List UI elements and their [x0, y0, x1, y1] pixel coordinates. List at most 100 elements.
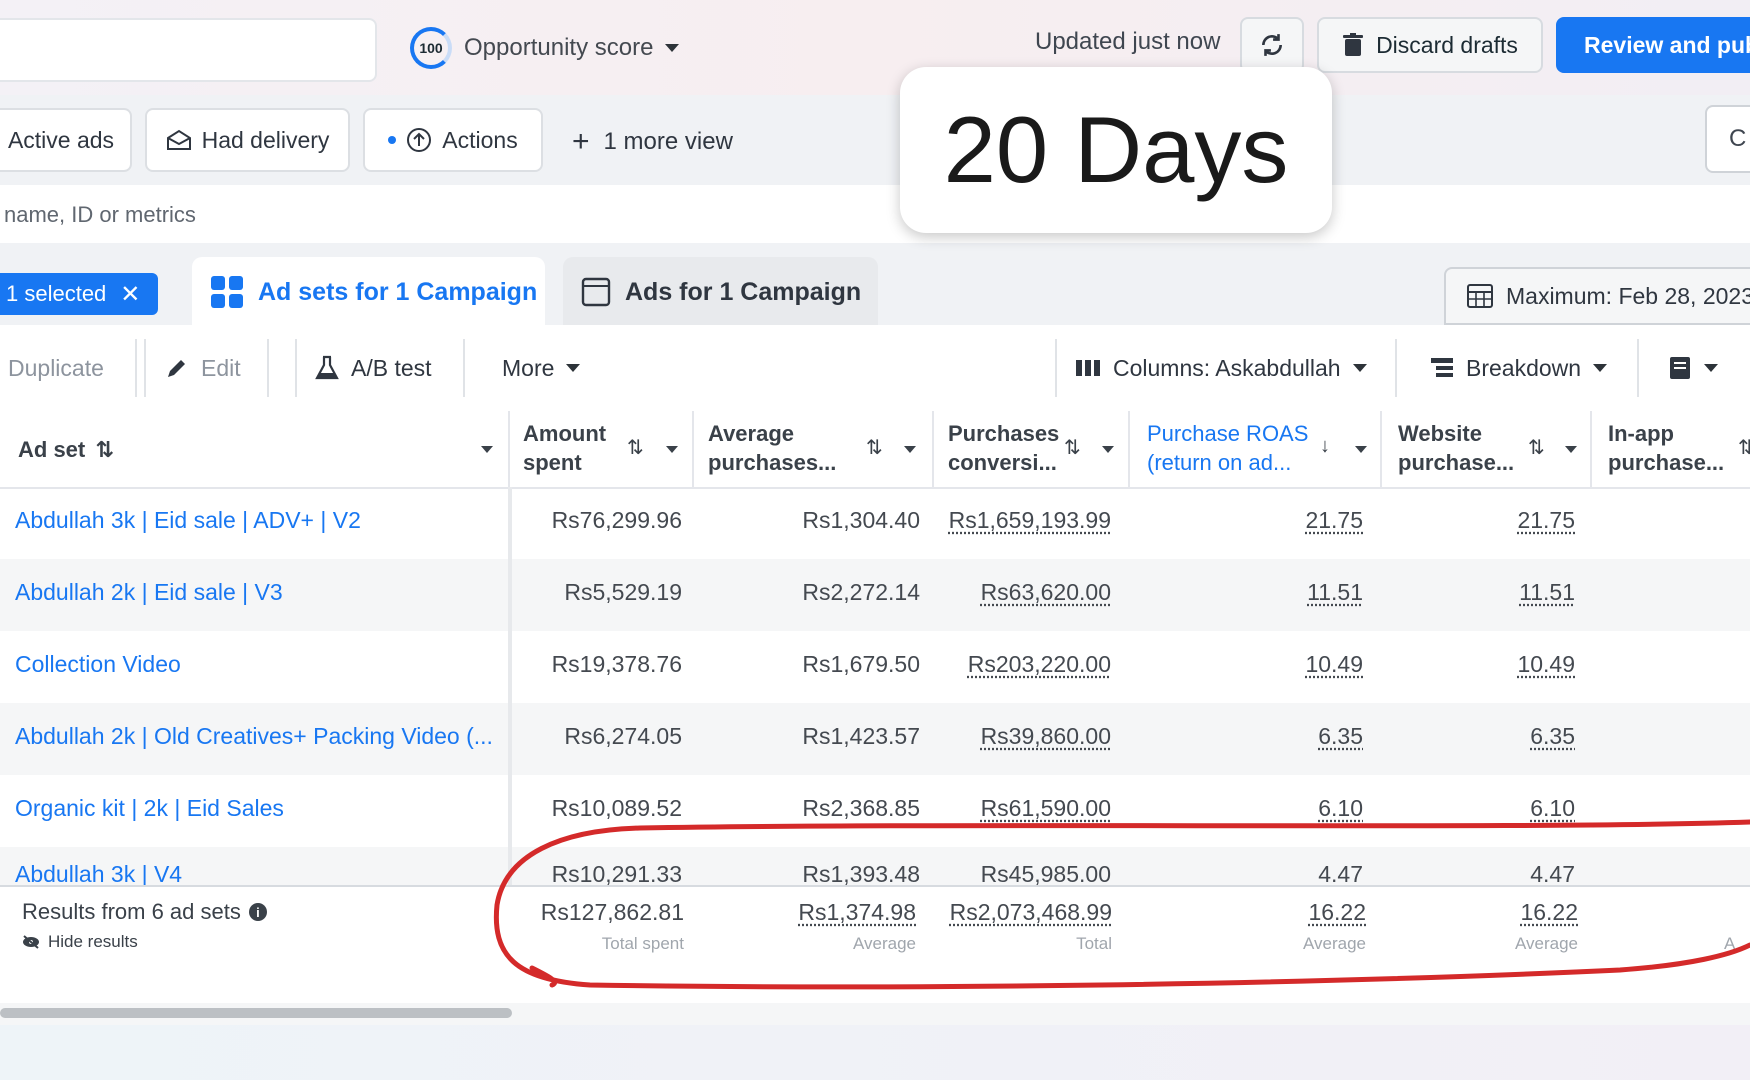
right-filter-chip[interactable]: C [1705, 105, 1750, 173]
purchase-roas-cell[interactable]: 6.10 [1318, 795, 1363, 822]
amount-spent-cell: Rs19,378.76 [552, 651, 682, 678]
website-purchase-cell[interactable]: 21.75 [1517, 507, 1575, 534]
toolbar-divider [144, 339, 146, 397]
sort-icon[interactable]: ⇅ [1738, 435, 1750, 460]
col-inapp-purchase[interactable]: In-app purchase... [1608, 419, 1724, 477]
tab-ads[interactable]: Ads for 1 Campaign [563, 257, 878, 327]
purchase-roas-caption: Average [1303, 934, 1366, 954]
chevron-down-icon[interactable] [1102, 446, 1114, 453]
sort-icon[interactable]: ⇅ [95, 437, 113, 462]
info-icon[interactable]: i [249, 903, 267, 921]
col-amount-spent[interactable]: Amount spent [523, 419, 606, 477]
scrollbar-thumb[interactable] [0, 1008, 512, 1018]
duplicate-button[interactable]: Duplicate [8, 345, 104, 391]
ad-set-name-link[interactable]: Collection Video [15, 651, 181, 678]
total-spent-caption: Total spent [602, 934, 684, 954]
average-purchases-total[interactable]: Rs1,374.98 [798, 899, 916, 926]
results-label-group: Results from 6 ad sets i [22, 899, 267, 925]
table-row[interactable]: Abdullah 2k | Eid sale | V3 Rs5,529.19 R… [0, 559, 1750, 631]
sort-icon[interactable]: ⇅ [1064, 435, 1081, 460]
active-ads-filter[interactable]: Active ads [0, 108, 132, 172]
duration-text: 20 Days [944, 96, 1289, 204]
reports-dropdown[interactable] [1668, 345, 1718, 391]
add-view-button[interactable]: + 1 more view [572, 125, 733, 159]
search-input[interactable]: name, ID or metrics [4, 202, 196, 228]
opportunity-score-value: 100 [419, 40, 442, 56]
purchases-conversion-cell[interactable]: Rs203,220.00 [968, 651, 1111, 678]
col-average-purchases[interactable]: Average purchases... [708, 419, 836, 477]
total-spent-value: Rs127,862.81 [541, 899, 684, 926]
col-purchase-roas[interactable]: Purchase ROAS (return on ad... [1147, 419, 1308, 477]
website-purchase-cell[interactable]: 10.49 [1517, 651, 1575, 678]
table-row[interactable]: Abdullah 3k | Eid sale | ADV+ | V2 Rs76,… [0, 487, 1750, 559]
tab-ad-sets[interactable]: Ad sets for 1 Campaign [192, 257, 545, 327]
table-row[interactable]: Organic kit | 2k | Eid Sales Rs10,089.52… [0, 775, 1750, 847]
sort-descending-icon[interactable]: ↓ [1320, 435, 1330, 458]
purchases-conversion-cell[interactable]: Rs39,860.00 [981, 723, 1111, 750]
ad-set-name-link[interactable]: Abdullah 2k | Old Creatives+ Packing Vid… [15, 723, 493, 750]
col-amount-spent-line2: spent [523, 448, 606, 477]
discard-drafts-label: Discard drafts [1376, 32, 1518, 59]
edit-button[interactable]: Edit [165, 345, 241, 391]
website-purchase-cell[interactable]: 11.51 [1519, 579, 1575, 606]
ad-set-name-link[interactable]: Abdullah 3k | V4 [15, 861, 182, 885]
more-dropdown[interactable]: More [502, 345, 580, 391]
chevron-down-icon [665, 44, 679, 52]
table-row[interactable]: Abdullah 2k | Old Creatives+ Packing Vid… [0, 703, 1750, 775]
close-icon[interactable]: ✕ [120, 280, 140, 309]
chevron-down-icon[interactable] [1565, 446, 1577, 453]
purchases-conversion-cell[interactable]: Rs63,620.00 [981, 579, 1111, 606]
website-purchase-cell[interactable]: 6.10 [1530, 795, 1575, 822]
columns-dropdown[interactable]: Columns: Askabdullah [1075, 345, 1367, 391]
table-row[interactable]: Collection Video Rs19,378.76 Rs1,679.50 … [0, 631, 1750, 703]
ab-test-button[interactable]: A/B test [315, 345, 432, 391]
discard-drafts-button[interactable]: Discard drafts [1317, 17, 1543, 73]
columns-label: Columns: Askabdullah [1113, 355, 1341, 382]
campaign-name-field[interactable] [0, 18, 377, 82]
purchase-roas-cell[interactable]: 10.49 [1305, 651, 1363, 678]
hide-results-button[interactable]: Hide results [22, 932, 138, 952]
column-divider [508, 411, 510, 487]
website-purchase-total[interactable]: 16.22 [1520, 899, 1578, 926]
opportunity-score-dropdown[interactable]: 100 Opportunity score [410, 24, 679, 72]
purchases-conversion-total[interactable]: Rs2,073,468.99 [950, 899, 1112, 926]
date-range-picker[interactable]: Maximum: Feb 28, 2023 [1444, 267, 1750, 325]
website-purchase-cell[interactable]: 6.35 [1530, 723, 1575, 750]
purchase-roas-cell[interactable]: 11.51 [1307, 579, 1363, 606]
purchases-conversion-cell[interactable]: Rs61,590.00 [981, 795, 1111, 822]
table-row[interactable]: Abdullah 3k | V4 Rs10,291.33 Rs1,393.48 … [0, 847, 1750, 885]
purchase-roas-cell[interactable]: 21.75 [1305, 507, 1363, 534]
review-and-publish-button[interactable]: Review and publ [1556, 17, 1750, 73]
chevron-down-icon[interactable] [1355, 446, 1367, 453]
purchases-conversion-cell[interactable]: Rs45,985.00 [981, 861, 1111, 885]
purchase-roas-total[interactable]: 16.22 [1308, 899, 1366, 926]
ad-set-name-link[interactable]: Abdullah 3k | Eid sale | ADV+ | V2 [15, 507, 361, 534]
chevron-down-icon[interactable] [481, 446, 493, 453]
sort-icon[interactable]: ⇅ [1528, 435, 1545, 460]
chevron-down-icon[interactable] [904, 446, 916, 453]
pencil-icon [165, 356, 189, 380]
tab-ad-sets-label: Ad sets for 1 Campaign [258, 278, 537, 307]
col-website-purchase[interactable]: Website purchase... [1398, 419, 1514, 477]
col-ad-set[interactable]: Ad set ⇅ [18, 435, 114, 464]
toolbar-divider [135, 339, 137, 397]
report-icon [1668, 355, 1692, 381]
selection-pill[interactable]: 1 selected ✕ [0, 273, 158, 315]
col-purchases-conversion[interactable]: Purchases conversi... [948, 419, 1059, 477]
ad-set-name-link[interactable]: Abdullah 2k | Eid sale | V3 [15, 579, 283, 606]
sort-icon[interactable]: ⇅ [627, 435, 644, 460]
website-purchase-cell[interactable]: 4.47 [1530, 861, 1575, 885]
had-delivery-filter[interactable]: Had delivery [145, 108, 350, 172]
purchase-roas-cell[interactable]: 4.47 [1318, 861, 1363, 885]
refresh-button[interactable] [1240, 17, 1304, 73]
ad-set-name-link[interactable]: Organic kit | 2k | Eid Sales [15, 795, 284, 822]
purchase-roas-cell[interactable]: 6.35 [1318, 723, 1363, 750]
amount-spent-cell: Rs10,089.52 [552, 795, 682, 822]
sort-icon[interactable]: ⇅ [866, 435, 883, 460]
chevron-down-icon[interactable] [666, 446, 678, 453]
purchases-conversion-cell[interactable]: Rs1,659,193.99 [949, 507, 1111, 534]
amount-spent-cell: Rs5,529.19 [564, 579, 682, 606]
breakdown-dropdown[interactable]: Breakdown [1430, 345, 1607, 391]
column-divider [932, 411, 934, 487]
actions-filter[interactable]: Actions [363, 108, 543, 172]
